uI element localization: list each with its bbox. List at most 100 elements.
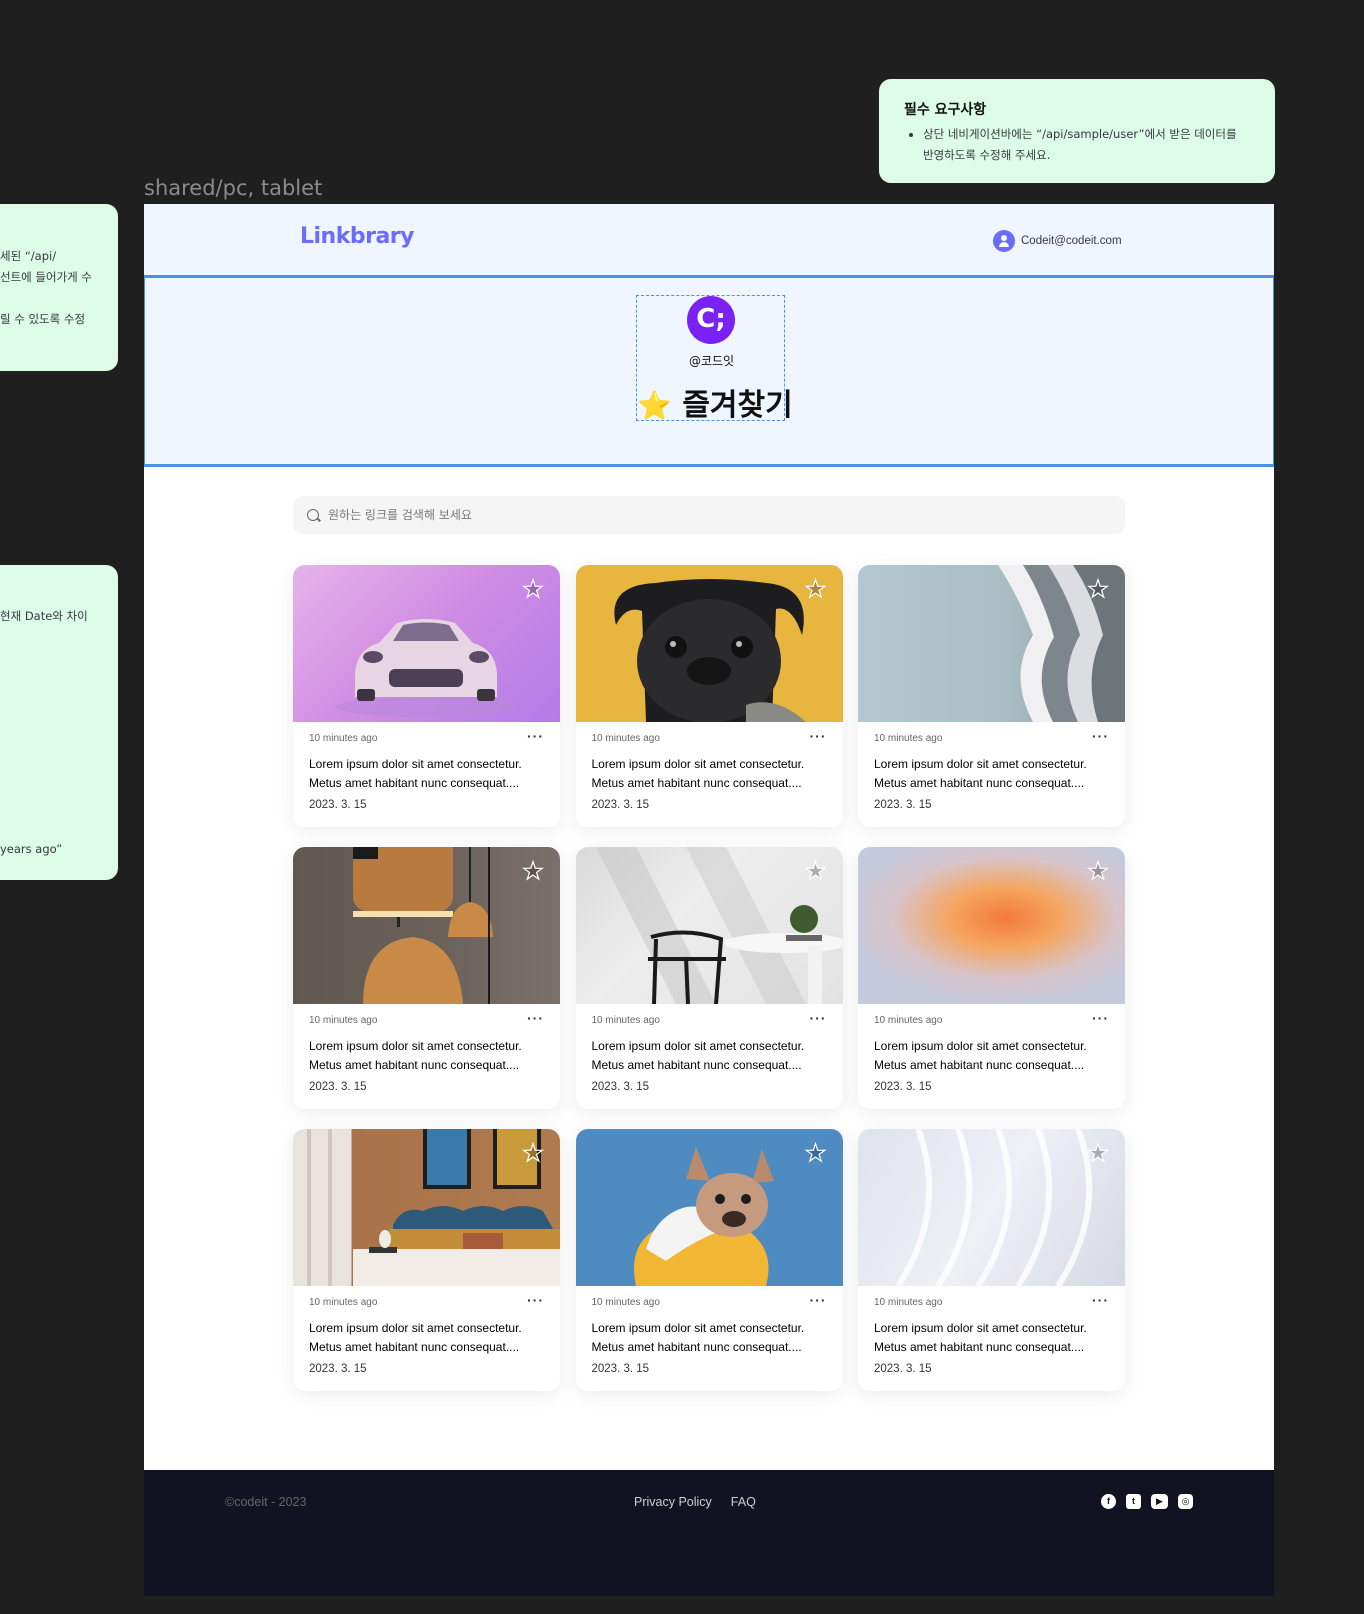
facebook-icon[interactable]: f: [1101, 1494, 1116, 1509]
requirement-item: 상단 네비게이션바에는 “/api/sample/user”에서 받은 데이터를…: [923, 124, 1250, 166]
user-avatar-icon: [993, 230, 1015, 252]
card-description-line1: Lorem ipsum dolor sit amet consectetur.: [309, 1321, 522, 1335]
requirement-item-line2: 반영하도록 수정해 주세요.: [923, 148, 1051, 162]
card-date: 2023. 3. 15: [591, 799, 650, 811]
star-outline-icon[interactable]: ★: [520, 1140, 546, 1167]
kebab-icon[interactable]: ···: [810, 729, 827, 743]
requirement-note-title: 필수 요구사항: [904, 102, 987, 118]
user-profile[interactable]: Codeit@codeit.com: [993, 230, 1122, 252]
card-date: 2023. 3. 15: [874, 799, 932, 811]
kebab-icon[interactable]: ···: [527, 1011, 544, 1025]
star-outline-icon[interactable]: ★: [803, 858, 829, 885]
footer-copyright: ©codeit - 2023: [225, 1495, 307, 1509]
card-body: 10 minutes ago ··· Lorem ipsum dolor sit…: [293, 1286, 560, 1375]
card-description-line1: Lorem ipsum dolor sit amet consectetur.: [591, 1321, 805, 1335]
card-description-line1: Lorem ipsum dolor sit amet consectetur.: [874, 757, 1087, 771]
card-thumbnail[interactable]: ★: [575, 1129, 843, 1286]
card-description-line2: Metus amet habitant nunc consequat....: [309, 1058, 520, 1072]
card-description: Lorem ipsum dolor sit amet consectetur. M…: [874, 1037, 1109, 1075]
card-description-line1: Lorem ipsum dolor sit amet consectetur.: [874, 1039, 1087, 1053]
requirement-note: 필수 요구사항 상단 네비게이션바에는 “/api/sample/user”에서…: [879, 79, 1275, 183]
link-card[interactable]: ★ 10 minutes ago ··· Lorem ipsum dolor s…: [858, 847, 1125, 1109]
side-note-top-line1: 세된 “/api/: [0, 249, 57, 263]
card-body: 10 minutes ago ··· Lorem ipsum dolor sit…: [576, 1004, 843, 1093]
card-description: Lorem ipsum dolor sit amet consectetur. M…: [309, 1319, 544, 1357]
card-body: 10 minutes ago ··· Lorem ipsum dolor sit…: [858, 1004, 1125, 1093]
card-body: 10 minutes ago ··· Lorem ipsum dolor sit…: [576, 1286, 843, 1375]
card-description: Lorem ipsum dolor sit amet consectetur. M…: [874, 755, 1109, 793]
link-card[interactable]: ★ 10 minutes ago ··· Lorem ipsum dolor s…: [293, 1129, 560, 1391]
frame-label: shared/pc, tablet: [144, 176, 323, 200]
requirement-list: 상단 네비게이션바에는 “/api/sample/user”에서 받은 데이터를…: [904, 124, 1250, 166]
card-time: 10 minutes ago: [591, 733, 660, 744]
card-description-line1: Lorem ipsum dolor sit amet consectetur.: [874, 1321, 1087, 1335]
link-card[interactable]: ★ 10 minutes ago ··· Lorem ipsum dolor s…: [575, 1129, 843, 1391]
search-bar[interactable]: [293, 496, 1125, 534]
card-description: Lorem ipsum dolor sit amet consectetur. M…: [592, 1037, 827, 1075]
star-outline-icon[interactable]: ★: [1085, 858, 1111, 885]
side-note-bottom-line1: 현재 Date와 차이: [0, 609, 88, 623]
card-body: 10 minutes ago ··· Lorem ipsum dolor sit…: [293, 1004, 560, 1093]
card-thumbnail[interactable]: ★: [293, 847, 560, 1004]
link-card[interactable]: ★ 10 minutes ago ··· Lorem ipsum dolor s…: [575, 847, 843, 1109]
footer: ©codeit - 2023 Privacy Policy FAQ f t ▶ …: [144, 1470, 1274, 1596]
link-card-grid: ★ 10 minutes ago ··· Lorem ipsum dolor s…: [293, 565, 1125, 1391]
twitter-icon[interactable]: t: [1126, 1494, 1141, 1509]
card-description-line1: Lorem ipsum dolor sit amet consectetur.: [309, 1039, 522, 1053]
card-description-line1: Lorem ipsum dolor sit amet consectetur.: [309, 757, 522, 771]
youtube-icon[interactable]: ▶: [1151, 1494, 1168, 1509]
search-input[interactable]: [328, 508, 1028, 522]
kebab-icon[interactable]: ···: [810, 1293, 827, 1307]
kebab-icon[interactable]: ···: [1092, 729, 1109, 743]
star-outline-icon[interactable]: ★: [803, 1140, 829, 1167]
link-card[interactable]: ★ 10 minutes ago ··· Lorem ipsum dolor s…: [293, 847, 560, 1109]
faq-link[interactable]: FAQ: [731, 1495, 756, 1509]
kebab-icon[interactable]: ···: [810, 1011, 827, 1025]
star-outline-icon[interactable]: ★: [803, 576, 829, 603]
card-thumbnail[interactable]: ★: [575, 847, 843, 1004]
logo[interactable]: Linkbrary: [300, 224, 415, 249]
instagram-icon[interactable]: ◎: [1178, 1494, 1193, 1509]
card-thumbnail[interactable]: ★: [293, 1129, 560, 1286]
side-note-top: 세된 “/api/ 선트에 들어가게 수 릴 수 있도록 수정: [0, 204, 118, 371]
card-date: 2023. 3. 15: [591, 1081, 650, 1093]
card-thumbnail[interactable]: ★: [575, 565, 843, 722]
privacy-policy-link[interactable]: Privacy Policy: [634, 1495, 712, 1509]
folder-title: ⭐ 즐겨찾기: [637, 380, 793, 424]
card-time: 10 minutes ago: [874, 1297, 943, 1308]
card-description-line2: Metus amet habitant nunc consequat....: [309, 776, 520, 790]
card-description: Lorem ipsum dolor sit amet consectetur. M…: [592, 1319, 827, 1357]
requirement-item-line1: 상단 네비게이션바에는 “/api/sample/user”에서 받은 데이터를: [923, 127, 1237, 141]
card-description: Lorem ipsum dolor sit amet consectetur. M…: [592, 755, 827, 793]
link-card[interactable]: ★ 10 minutes ago ··· Lorem ipsum dolor s…: [858, 1129, 1125, 1391]
link-card[interactable]: ★ 10 minutes ago ··· Lorem ipsum dolor s…: [575, 565, 843, 827]
top-navbar: Linkbrary Codeit@codeit.com: [144, 204, 1274, 275]
card-thumbnail[interactable]: ★: [293, 565, 560, 722]
kebab-icon[interactable]: ···: [1092, 1293, 1109, 1307]
card-time: 10 minutes ago: [309, 733, 378, 744]
kebab-icon[interactable]: ···: [527, 729, 544, 743]
card-time: 10 minutes ago: [591, 1015, 660, 1026]
user-email: Codeit@codeit.com: [1021, 235, 1122, 247]
star-outline-icon[interactable]: ★: [1085, 1140, 1111, 1167]
star-outline-icon[interactable]: ★: [1085, 576, 1111, 603]
card-thumbnail[interactable]: ★: [858, 565, 1125, 722]
card-body: 10 minutes ago ··· Lorem ipsum dolor sit…: [858, 722, 1125, 811]
link-card[interactable]: ★ 10 minutes ago ··· Lorem ipsum dolor s…: [858, 565, 1125, 827]
side-note-bottom-line2: years ago”: [0, 842, 63, 856]
card-description-line2: Metus amet habitant nunc consequat....: [591, 1058, 802, 1072]
folder-name: 즐겨찾기: [682, 388, 793, 423]
card-time: 10 minutes ago: [874, 733, 943, 744]
card-thumbnail[interactable]: ★: [858, 847, 1125, 1004]
star-emoji-icon: ⭐: [637, 389, 672, 422]
star-outline-icon[interactable]: ★: [520, 576, 546, 603]
link-card[interactable]: ★ 10 minutes ago ··· Lorem ipsum dolor s…: [293, 565, 560, 827]
kebab-icon[interactable]: ···: [1092, 1011, 1109, 1025]
card-description-line1: Lorem ipsum dolor sit amet consectetur.: [591, 757, 805, 771]
kebab-icon[interactable]: ···: [527, 1293, 544, 1307]
card-description-line2: Metus amet habitant nunc consequat....: [874, 776, 1085, 790]
card-time: 10 minutes ago: [309, 1015, 378, 1026]
card-thumbnail[interactable]: ★: [858, 1129, 1125, 1286]
page-frame: Linkbrary Codeit@codeit.com C; @코드잇 ⭐ 즐겨…: [144, 204, 1274, 1596]
star-outline-icon[interactable]: ★: [520, 858, 546, 885]
